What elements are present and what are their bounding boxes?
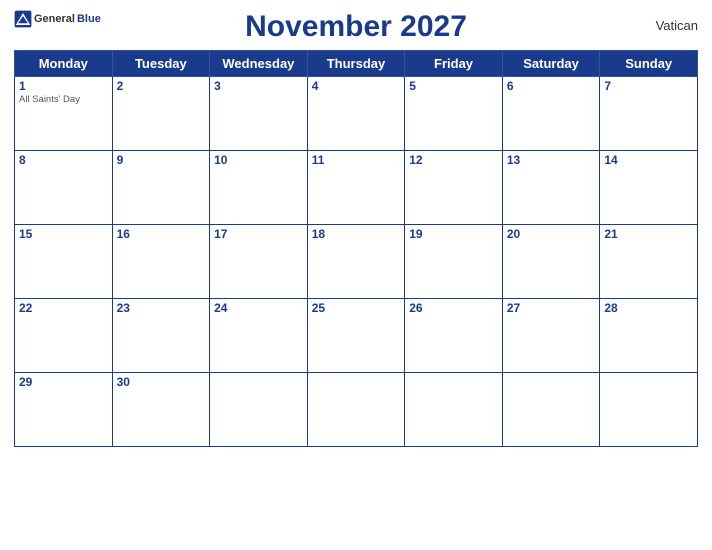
header-monday: Monday bbox=[15, 51, 113, 77]
day-number: 2 bbox=[117, 79, 206, 93]
day-cell bbox=[600, 373, 698, 447]
header-saturday: Saturday bbox=[502, 51, 600, 77]
header-thursday: Thursday bbox=[307, 51, 405, 77]
day-cell bbox=[307, 373, 405, 447]
logo-area: GeneralBlue bbox=[14, 10, 101, 28]
header-wednesday: Wednesday bbox=[210, 51, 308, 77]
day-number: 10 bbox=[214, 153, 303, 167]
day-number: 28 bbox=[604, 301, 693, 315]
day-cell: 27 bbox=[502, 299, 600, 373]
day-number: 13 bbox=[507, 153, 596, 167]
day-cell: 5 bbox=[405, 77, 503, 151]
day-cell: 1All Saints' Day bbox=[15, 77, 113, 151]
day-number: 14 bbox=[604, 153, 693, 167]
day-number: 17 bbox=[214, 227, 303, 241]
day-cell: 2 bbox=[112, 77, 210, 151]
holiday-label: All Saints' Day bbox=[19, 94, 108, 105]
week-row-5: 29 30 bbox=[15, 373, 698, 447]
day-cell: 11 bbox=[307, 151, 405, 225]
day-cell: 12 bbox=[405, 151, 503, 225]
day-cell bbox=[210, 373, 308, 447]
day-cell: 8 bbox=[15, 151, 113, 225]
day-number: 5 bbox=[409, 79, 498, 93]
day-number: 18 bbox=[312, 227, 401, 241]
day-cell: 24 bbox=[210, 299, 308, 373]
day-cell: 20 bbox=[502, 225, 600, 299]
logo-general: General bbox=[34, 13, 75, 25]
day-cell: 17 bbox=[210, 225, 308, 299]
day-number: 29 bbox=[19, 375, 108, 389]
day-cell: 13 bbox=[502, 151, 600, 225]
day-number: 8 bbox=[19, 153, 108, 167]
calendar-header: GeneralBlue November 2027 Vatican bbox=[14, 10, 698, 44]
day-number: 1 bbox=[19, 79, 108, 93]
day-number: 20 bbox=[507, 227, 596, 241]
day-number: 24 bbox=[214, 301, 303, 315]
logo-icon bbox=[14, 10, 32, 28]
day-number: 30 bbox=[117, 375, 206, 389]
day-number: 25 bbox=[312, 301, 401, 315]
calendar-wrapper: GeneralBlue November 2027 Vatican Monday… bbox=[0, 0, 712, 550]
day-cell: 9 bbox=[112, 151, 210, 225]
day-cell bbox=[405, 373, 503, 447]
day-cell: 21 bbox=[600, 225, 698, 299]
day-cell: 23 bbox=[112, 299, 210, 373]
day-cell: 26 bbox=[405, 299, 503, 373]
day-cell bbox=[502, 373, 600, 447]
day-number: 22 bbox=[19, 301, 108, 315]
region-label: Vatican bbox=[656, 18, 698, 33]
day-number: 26 bbox=[409, 301, 498, 315]
day-number: 11 bbox=[312, 153, 401, 167]
logo-text: GeneralBlue bbox=[14, 10, 101, 28]
header-tuesday: Tuesday bbox=[112, 51, 210, 77]
day-number: 12 bbox=[409, 153, 498, 167]
calendar-table: Monday Tuesday Wednesday Thursday Friday… bbox=[14, 50, 698, 447]
day-cell: 6 bbox=[502, 77, 600, 151]
day-number: 16 bbox=[117, 227, 206, 241]
day-cell: 14 bbox=[600, 151, 698, 225]
week-row-2: 89 10 11 12 13 14 bbox=[15, 151, 698, 225]
header-friday: Friday bbox=[405, 51, 503, 77]
day-cell: 16 bbox=[112, 225, 210, 299]
day-number: 9 bbox=[117, 153, 206, 167]
day-number: 15 bbox=[19, 227, 108, 241]
logo-blue: Blue bbox=[77, 13, 101, 25]
day-cell: 15 bbox=[15, 225, 113, 299]
day-number: 4 bbox=[312, 79, 401, 93]
day-number: 6 bbox=[507, 79, 596, 93]
day-number: 23 bbox=[117, 301, 206, 315]
day-cell: 10 bbox=[210, 151, 308, 225]
day-cell: 28 bbox=[600, 299, 698, 373]
week-row-3: 15 16 17 18 19 20 21 bbox=[15, 225, 698, 299]
day-cell: 25 bbox=[307, 299, 405, 373]
weekday-header-row: Monday Tuesday Wednesday Thursday Friday… bbox=[15, 51, 698, 77]
day-number: 3 bbox=[214, 79, 303, 93]
week-row-1: 1All Saints' Day 234567 bbox=[15, 77, 698, 151]
day-number: 27 bbox=[507, 301, 596, 315]
calendar-title: November 2027 bbox=[245, 10, 467, 44]
week-row-4: 22 23 24 25 26 27 28 bbox=[15, 299, 698, 373]
day-number: 19 bbox=[409, 227, 498, 241]
header-sunday: Sunday bbox=[600, 51, 698, 77]
day-cell: 29 bbox=[15, 373, 113, 447]
day-number: 21 bbox=[604, 227, 693, 241]
day-cell: 4 bbox=[307, 77, 405, 151]
day-cell: 22 bbox=[15, 299, 113, 373]
calendar-body: 1All Saints' Day234567891011121314151617… bbox=[15, 77, 698, 447]
day-number: 7 bbox=[604, 79, 693, 93]
day-cell: 30 bbox=[112, 373, 210, 447]
day-cell: 3 bbox=[210, 77, 308, 151]
day-cell: 19 bbox=[405, 225, 503, 299]
day-cell: 7 bbox=[600, 77, 698, 151]
day-cell: 18 bbox=[307, 225, 405, 299]
